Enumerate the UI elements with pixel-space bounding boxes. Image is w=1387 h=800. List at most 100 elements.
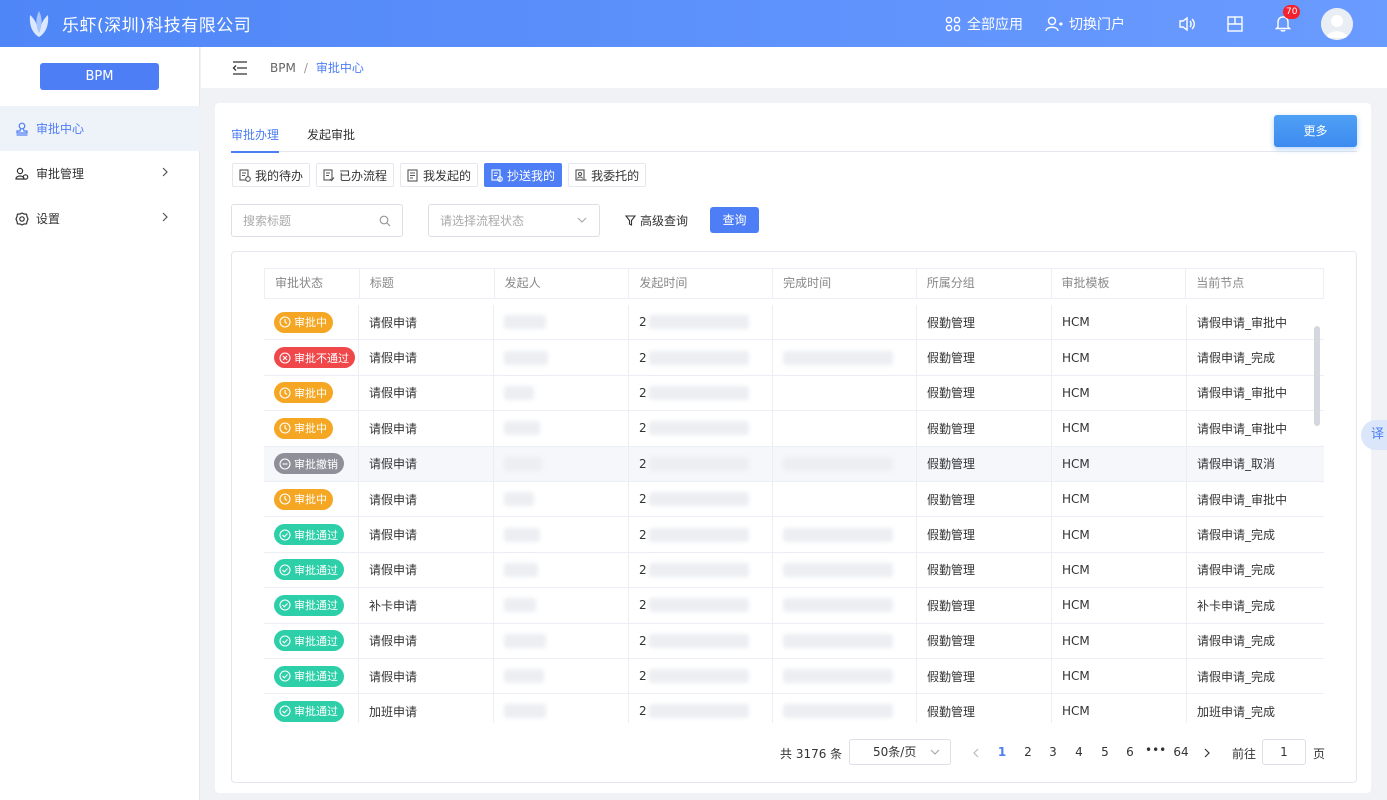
table-cell: 审批撤销 [264,446,359,481]
notification-bell[interactable]: 70 [1273,4,1301,34]
avatar[interactable] [1321,7,1353,40]
page-number[interactable]: 5 [1095,745,1115,759]
menu-collapse-icon[interactable] [232,60,248,75]
subtab-my-todo[interactable]: 我的待办 [232,163,311,187]
column-header[interactable]: 发起时间 [629,269,774,298]
table-cell: HCM [1052,305,1187,340]
all-apps-label: 全部应用 [967,16,1023,33]
table-cell: 请假申请_完成 [1187,340,1324,374]
start-time-prefix: 2 [639,421,647,436]
column-header[interactable]: 审批状态 [265,269,360,298]
sidebar-item-settings[interactable]: 设置 [0,196,200,241]
table-row[interactable]: 审批中 请假申请 2 假勤管理 HCM 请假申请_审批中 [264,481,1324,518]
column-header[interactable]: 审批模板 [1052,269,1187,298]
more-button[interactable]: 更多 [1274,115,1357,147]
page-number[interactable]: 4 [1069,745,1089,759]
table-row[interactable]: 审批撤销 请假申请 2 假勤管理 HCM 请假申请_取消 [264,446,1324,482]
page-number[interactable]: 6 [1120,745,1140,759]
status-select[interactable]: 请选择流程状态 [428,204,600,237]
prev-page-icon[interactable] [972,748,980,758]
row-title[interactable]: 请假申请 [369,632,417,649]
row-title[interactable]: 请假申请 [369,668,417,685]
row-node: 请假申请_审批中 [1197,386,1288,401]
row-title[interactable]: 请假申请 [369,349,417,366]
page-ellipsis[interactable]: ••• [1145,743,1166,757]
table-cell [494,411,629,446]
start-time-prefix: 2 [639,350,647,365]
start-time-prefix: 2 [639,598,647,613]
subtab-done-process[interactable]: 已办流程 [316,163,395,187]
subtab-my-delegated[interactable]: 我委托的 [568,163,647,187]
table-row[interactable]: 审批通过 请假申请 2 假勤管理 HCM 请假申请_完成 [264,552,1324,589]
switch-portal-button[interactable]: 切换门户 [1045,14,1125,34]
table-scrollbar[interactable] [1314,326,1320,426]
sidebar-item-approval-center[interactable]: 审批中心 [0,106,200,151]
table-row[interactable]: 审批不通过 请假申请 2 假勤管理 HCM 请假申请_完成 [264,340,1324,376]
translate-float-button[interactable]: 译 [1361,420,1387,450]
status-badge: 审批通过 [274,700,344,722]
row-title[interactable]: 请假申请 [369,384,417,401]
row-title[interactable]: 补卡申请 [369,597,417,614]
row-title[interactable]: 请假申请 [369,526,417,543]
redacted-start-time [648,385,749,400]
page-number[interactable]: 3 [1043,745,1063,759]
column-header[interactable]: 当前节点 [1186,269,1323,298]
row-group: 假勤管理 [927,421,976,436]
advanced-query-button[interactable]: 高级查询 [625,212,688,229]
subtab-label: 我委托的 [591,168,640,183]
row-title[interactable]: 请假申请 [369,455,417,472]
subtab-cc-to-me[interactable]: 抄送我的 [484,163,563,187]
row-title[interactable]: 请假申请 [369,420,417,437]
row-node: 请假申请_完成 [1197,528,1276,543]
top-header: 乐虾(深圳)科技有限公司 全部应用 切换门户 70 [0,0,1387,47]
next-page-icon[interactable] [1203,748,1211,758]
row-title[interactable]: 请假申请 [369,314,417,331]
table-cell [773,411,917,446]
column-header[interactable]: 所属分组 [917,269,1052,298]
row-title[interactable]: 请假申请 [369,561,417,578]
tab-approval-handling[interactable]: 审批办理 [231,126,280,153]
page-number[interactable]: 64 [1171,745,1191,759]
table-cell [494,694,629,723]
table-row[interactable]: 审批中 请假申请 2 假勤管理 HCM 请假申请_审批中 [264,305,1324,341]
table-cell [494,658,629,694]
redacted-start-time [648,669,749,684]
speaker-icon[interactable] [1177,14,1197,34]
breadcrumb-root[interactable]: BPM [270,61,296,75]
table-cell [494,588,629,623]
user-switch-icon [1045,16,1063,31]
status-badge: 审批中 [274,311,333,333]
row-title[interactable]: 加班申请 [369,703,417,720]
search-input[interactable]: 搜索标题 [231,204,403,237]
table-cell: 假勤管理 [917,375,1052,411]
table-cell: 加班申请_完成 [1187,694,1324,723]
goto-page-input[interactable]: 1 [1262,739,1306,765]
table-row[interactable]: 审批通过 加班申请 2 假勤管理 HCM 加班申请_完成 [264,694,1324,723]
bpm-app-button[interactable]: BPM [40,63,159,90]
sidebar-item-approval-management[interactable]: 审批管理 [0,151,200,196]
subtab-my-initiated[interactable]: 我发起的 [400,163,479,187]
table-row[interactable]: 审批通过 请假申请 2 假勤管理 HCM 请假申请_完成 [264,623,1324,659]
all-apps-button[interactable]: 全部应用 [945,14,1023,34]
table-cell: 请假申请_取消 [1187,447,1324,481]
row-title[interactable]: 请假申请 [369,491,417,508]
table-row[interactable]: 审批通过 补卡申请 2 假勤管理 HCM 补卡申请_完成 [264,588,1324,624]
page-number[interactable]: 2 [1018,745,1038,759]
layout-icon[interactable] [1225,14,1245,34]
page-size-select[interactable]: 50条/页 [849,739,951,765]
table-cell: 假勤管理 [917,588,1052,623]
table-row[interactable]: 审批通过 请假申请 2 假勤管理 HCM 请假申请_完成 [264,658,1324,695]
column-header[interactable]: 发起人 [495,269,630,298]
table-cell: HCM [1052,694,1187,723]
table-row[interactable]: 审批中 请假申请 2 假勤管理 HCM 请假申请_审批中 [264,375,1324,412]
table-row[interactable]: 审批通过 请假申请 2 假勤管理 HCM 请假申请_完成 [264,517,1324,553]
tab-initiate-approval[interactable]: 发起审批 [307,126,355,151]
query-button[interactable]: 查询 [710,207,759,233]
row-group: 假勤管理 [927,598,976,613]
table-row[interactable]: 审批中 请假申请 2 假勤管理 HCM 请假申请_审批中 [264,411,1324,447]
column-header[interactable]: 完成时间 [773,269,917,298]
company-logo-icon[interactable] [26,9,52,39]
column-header[interactable]: 标题 [360,269,495,298]
status-badge: 审批撤销 [274,453,344,475]
page-number[interactable]: 1 [992,745,1012,759]
